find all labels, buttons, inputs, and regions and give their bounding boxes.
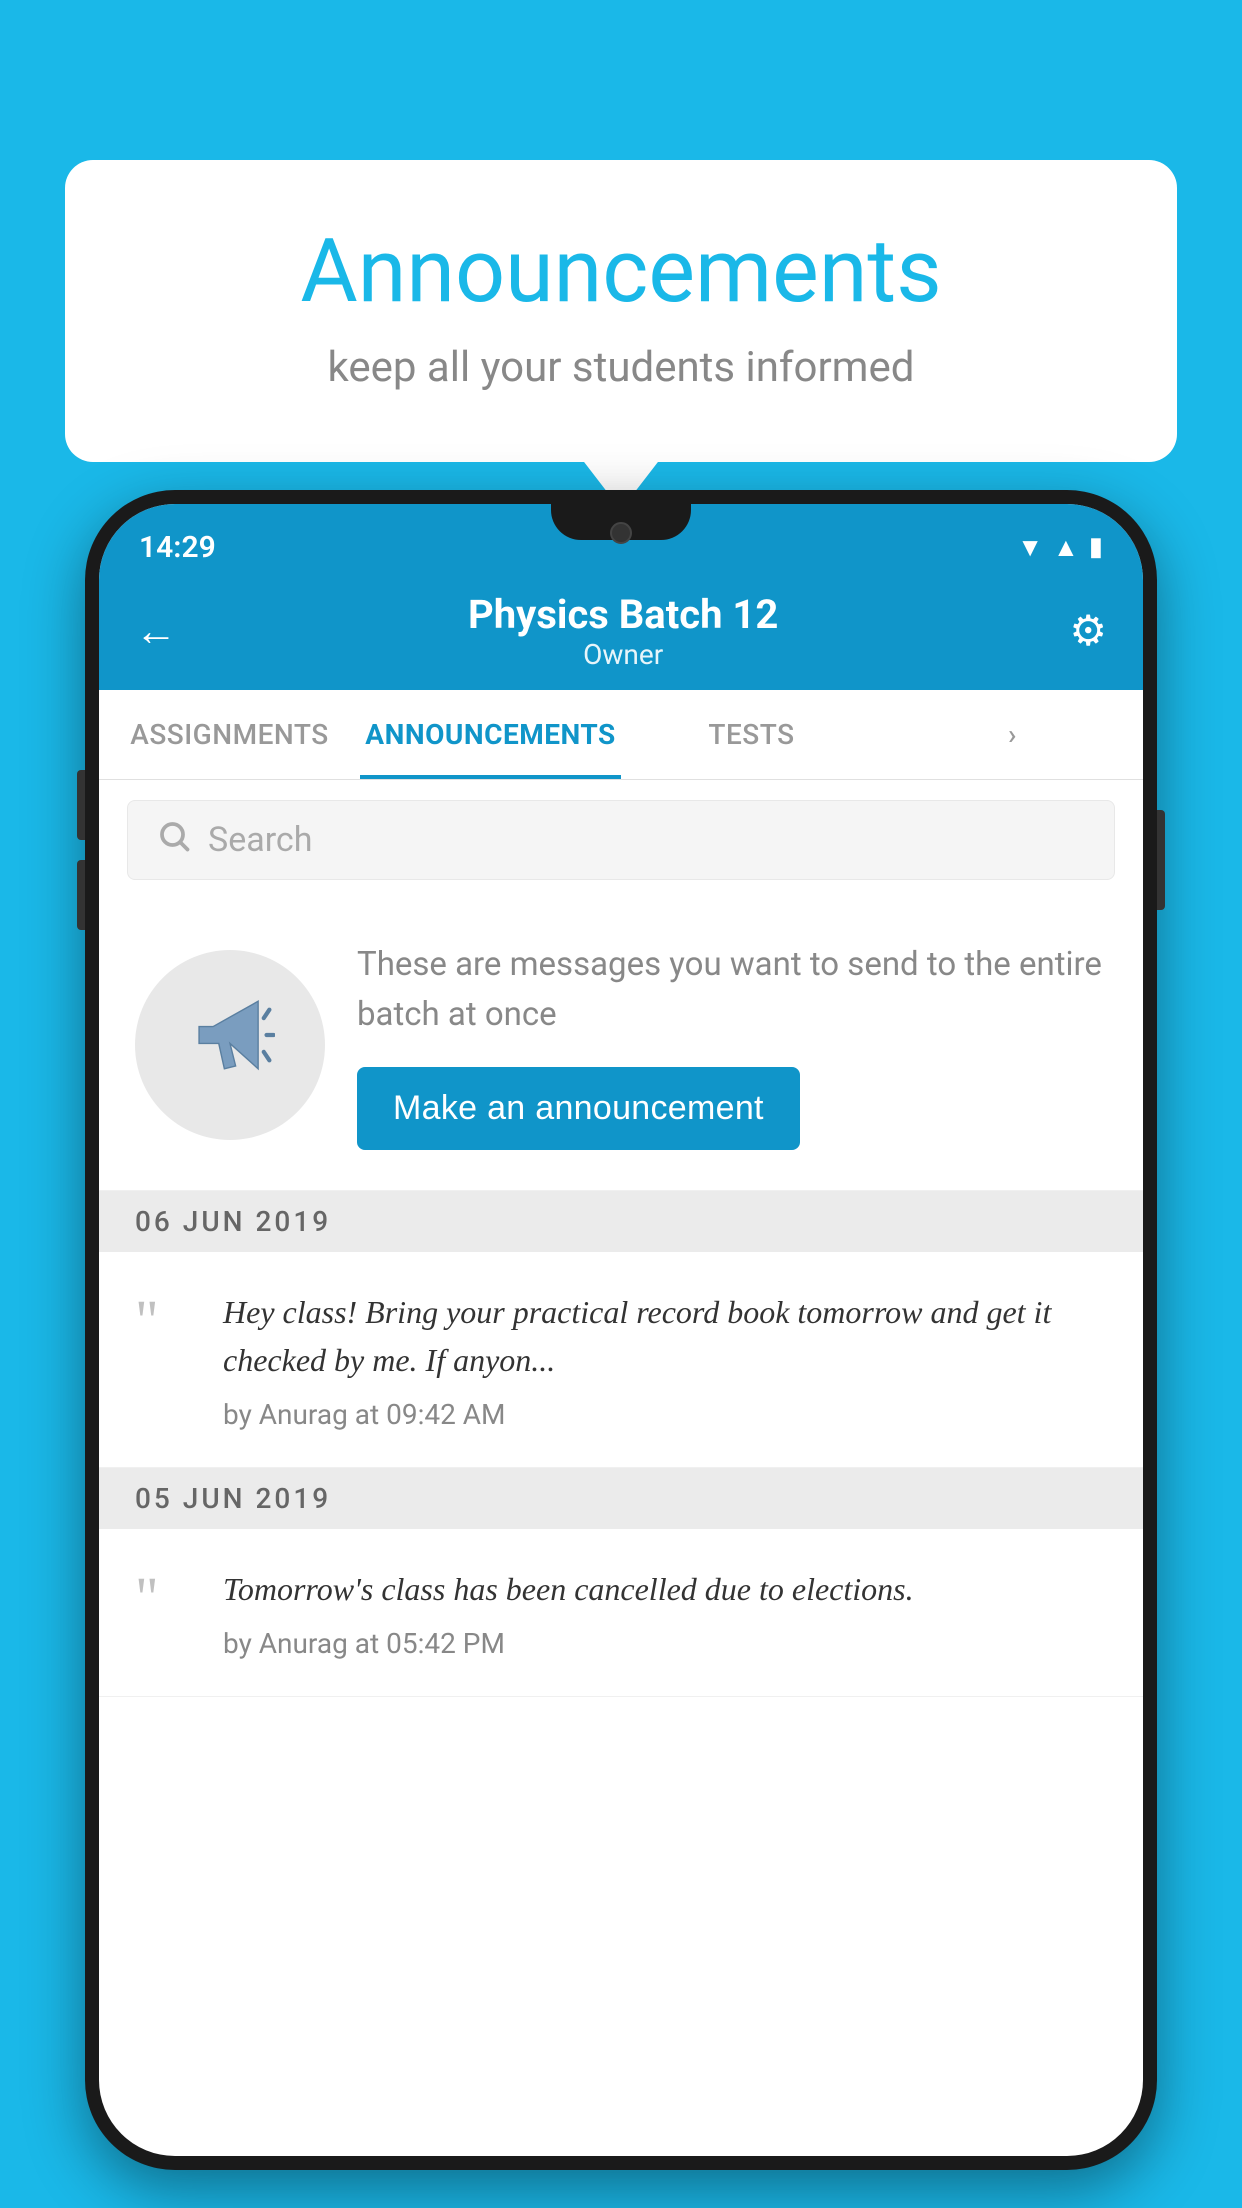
- search-bar[interactable]: Search: [127, 800, 1115, 880]
- date-separator-2: 05 JUN 2019: [99, 1468, 1143, 1529]
- app-header: ← Physics Batch 12 Owner ⚙: [99, 572, 1143, 690]
- search-placeholder: Search: [208, 820, 312, 860]
- announcement-by-2: by Anurag at 05:42 PM: [223, 1627, 1107, 1660]
- tab-assignments[interactable]: ASSIGNMENTS: [99, 690, 360, 779]
- header-subtitle: Owner: [468, 638, 778, 671]
- megaphone-icon: [185, 990, 275, 1100]
- signal-icon: ▲: [1053, 532, 1079, 563]
- announcement-item-1[interactable]: " Hey class! Bring your practical record…: [99, 1252, 1143, 1468]
- status-time: 14:29: [139, 530, 216, 565]
- search-icon: [156, 818, 192, 863]
- search-container: Search: [99, 780, 1143, 900]
- announcement-text-2: Tomorrow's class has been cancelled due …: [223, 1565, 1107, 1613]
- power-button: [1157, 810, 1165, 910]
- tab-announcements[interactable]: ANNOUNCEMENTS: [360, 690, 621, 779]
- announcement-content-2: Tomorrow's class has been cancelled due …: [223, 1565, 1107, 1660]
- announcement-by-1: by Anurag at 09:42 AM: [223, 1398, 1107, 1431]
- status-icons: ▼ ▲ ▮: [1017, 532, 1103, 563]
- volume-down-button: [77, 860, 85, 930]
- announcement-prompt: These are messages you want to send to t…: [99, 900, 1143, 1191]
- header-title-group: Physics Batch 12 Owner: [468, 591, 778, 671]
- announcement-item-2[interactable]: " Tomorrow's class has been cancelled du…: [99, 1529, 1143, 1697]
- bubble-subtitle: keep all your students informed: [135, 343, 1107, 392]
- phone-notch: [551, 504, 691, 540]
- announcement-text-1: Hey class! Bring your practical record b…: [223, 1288, 1107, 1384]
- tab-more[interactable]: ›: [882, 690, 1143, 779]
- announcement-content-1: Hey class! Bring your practical record b…: [223, 1288, 1107, 1431]
- announce-right: These are messages you want to send to t…: [357, 940, 1107, 1150]
- phone-container: 14:29 ▼ ▲ ▮ ← Physics Batch 12 Owner ⚙: [85, 490, 1157, 2208]
- tab-tests[interactable]: TESTS: [621, 690, 882, 779]
- date-separator-1: 06 JUN 2019: [99, 1191, 1143, 1252]
- make-announcement-button[interactable]: Make an announcement: [357, 1067, 800, 1150]
- bubble-title: Announcements: [135, 220, 1107, 323]
- phone-screen: 14:29 ▼ ▲ ▮ ← Physics Batch 12 Owner ⚙: [99, 504, 1143, 2156]
- front-camera: [610, 522, 632, 544]
- quote-icon-2: ": [135, 1569, 195, 1660]
- announce-description: These are messages you want to send to t…: [357, 940, 1107, 1039]
- tabs-bar: ASSIGNMENTS ANNOUNCEMENTS TESTS ›: [99, 690, 1143, 780]
- volume-up-button: [77, 770, 85, 840]
- back-button[interactable]: ←: [135, 607, 177, 656]
- header-title: Physics Batch 12: [468, 591, 778, 638]
- quote-icon: ": [135, 1292, 195, 1431]
- speech-bubble: Announcements keep all your students inf…: [65, 160, 1177, 462]
- battery-icon: ▮: [1089, 532, 1103, 562]
- speech-bubble-container: Announcements keep all your students inf…: [65, 160, 1177, 462]
- announcement-icon-circle: [135, 950, 325, 1140]
- wifi-icon: ▼: [1017, 532, 1043, 563]
- settings-icon[interactable]: ⚙: [1069, 606, 1107, 656]
- phone-frame: 14:29 ▼ ▲ ▮ ← Physics Batch 12 Owner ⚙: [85, 490, 1157, 2170]
